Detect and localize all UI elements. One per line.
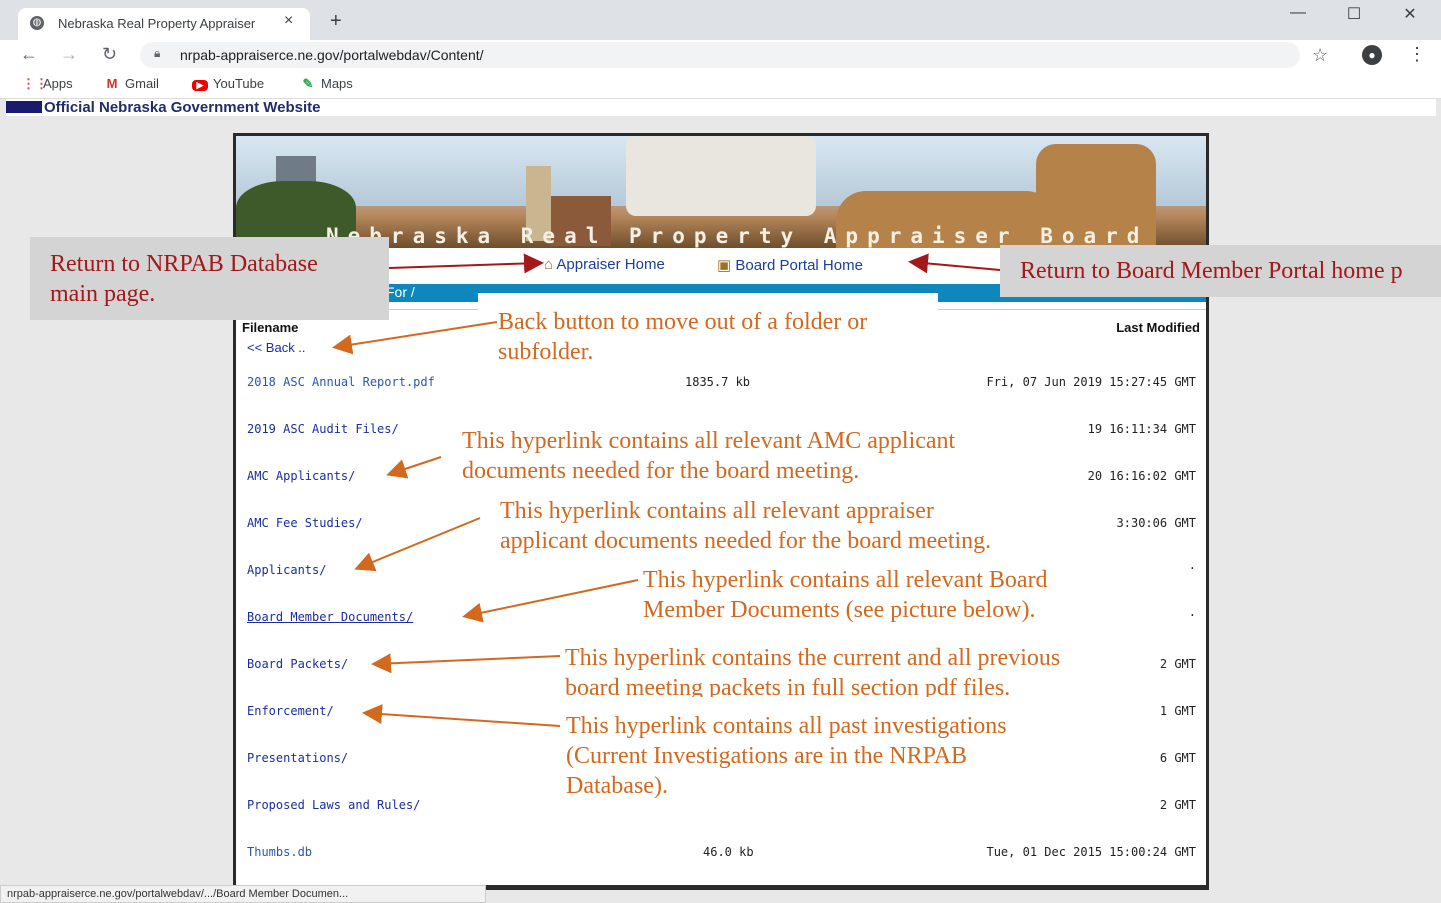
file-modified: 1 GMT <box>1159 704 1196 718</box>
last-modified-header: Last Modified <box>1116 320 1200 335</box>
youtube-icon: ▶ <box>192 80 208 91</box>
callout-amc-applicants: This hyperlink contains all relevant AMC… <box>458 426 1018 488</box>
filename-header: Filename <box>242 320 299 335</box>
close-window-icon[interactable]: ✕ <box>1390 4 1430 24</box>
globe-icon: ◍ <box>30 16 44 30</box>
file-modified: 6 GMT <box>1159 751 1196 765</box>
file-modified: 2 GMT <box>1159 657 1196 671</box>
callout-nrpab-database: Return to NRPAB Database main page. <box>30 237 389 320</box>
file-modified: Tue, 01 Dec 2015 15:00:24 GMT <box>986 845 1196 859</box>
directory-path: For / <box>386 284 415 300</box>
bookmark-label: Maps <box>321 76 353 91</box>
bookmark-apps[interactable]: ⋮⋮Apps <box>22 76 73 92</box>
bookmark-maps[interactable]: ✎ Maps <box>300 76 353 92</box>
minimize-icon[interactable]: — <box>1278 4 1318 22</box>
callout-line: applicant documents needed for the board… <box>500 528 992 554</box>
maximize-icon[interactable]: ☐ <box>1334 4 1374 24</box>
file-size: 1835.7 kb <box>685 375 751 389</box>
callout-back-button: Back button to move out of a folder or s… <box>478 293 938 368</box>
browser-toolbar: ← → ↻ 🔒︎ nrpab-appraiserce.ne.gov/portal… <box>0 40 1441 70</box>
browser-tab[interactable]: ◍ Nebraska Real Property Appraiser × <box>18 8 310 40</box>
folder-link[interactable]: AMC Applicants/ <box>247 469 355 483</box>
file-link[interactable]: Thumbs.db <box>247 845 312 859</box>
new-tab-button[interactable]: + <box>330 10 342 33</box>
board-portal-home-label: Board Portal Home <box>735 257 863 274</box>
appraiser-home-label: Appraiser Home <box>556 256 665 273</box>
back-arrow-icon[interactable]: ← <box>20 44 38 65</box>
folder-link[interactable]: Board Member Documents/ <box>247 610 413 624</box>
portal-icon: ▣ <box>717 257 732 274</box>
profile-avatar-icon[interactable]: ● <box>1362 45 1382 65</box>
gmail-icon: M <box>106 76 118 91</box>
file-modified: 2 GMT <box>1159 798 1196 812</box>
callout-line: This hyperlink contains the current and … <box>565 645 1061 671</box>
file-modified: . <box>1188 605 1196 619</box>
folder-link[interactable]: AMC Fee Studies/ <box>247 516 363 530</box>
tab-close-button[interactable]: × <box>284 12 293 30</box>
apps-grid-icon: ⋮⋮ <box>22 76 48 91</box>
folder-link[interactable]: Presentations/ <box>247 751 348 765</box>
bookmark-label: YouTube <box>213 76 265 91</box>
back-link[interactable]: << Back .. <box>247 340 306 355</box>
tab-strip: ◍ Nebraska Real Property Appraiser × + —… <box>0 0 1441 40</box>
bookmark-gmail[interactable]: M Gmail <box>104 76 159 91</box>
bookmark-label: Apps <box>43 76 73 91</box>
document-image <box>626 136 816 216</box>
file-modified: Fri, 07 Jun 2019 15:27:45 GMT <box>986 375 1196 389</box>
file-size: 46.0 kb <box>703 845 754 859</box>
board-portal-home-link[interactable]: ▣ Board Portal Home <box>717 256 863 274</box>
callout-line: Back button to move out of a folder or <box>498 309 868 335</box>
appraiser-home-link[interactable]: ⌂ Appraiser Home <box>544 256 665 273</box>
file-modified: 20 16:16:02 GMT <box>1087 469 1196 483</box>
callout-line: board meeting packets in full section pd… <box>565 675 1011 697</box>
gov-banner-text[interactable]: Official Nebraska Government Website <box>44 99 320 116</box>
callout-line: Database). <box>566 773 668 799</box>
callout-line: subfolder. <box>498 339 594 365</box>
forward-arrow-icon[interactable]: → <box>60 44 78 65</box>
lock-icon: 🔒︎ <box>154 46 161 60</box>
file-modified: 3:30:06 GMT <box>1116 516 1196 530</box>
maps-icon: ✎ <box>302 76 314 91</box>
callout-line: documents needed for the board meeting. <box>462 458 860 484</box>
callout-line: main page. <box>50 281 156 307</box>
callout-line: This hyperlink contains all past investi… <box>566 713 1007 739</box>
callout-board-packets: This hyperlink contains the current and … <box>561 643 1141 697</box>
callout-line: This hyperlink contains all relevant AMC… <box>462 428 956 454</box>
callout-applicants: This hyperlink contains all relevant app… <box>496 496 1056 558</box>
house-icon: ⌂ <box>544 256 554 273</box>
address-bar[interactable]: 🔒︎ nrpab-appraiserce.ne.gov/portalwebdav… <box>140 42 1300 68</box>
reload-icon[interactable]: ↻ <box>102 44 117 65</box>
callout-line: Member Documents (see picture below). <box>643 597 1036 623</box>
gov-banner: Official Nebraska Government Website <box>6 99 1436 116</box>
status-bar: nrpab-appraiserce.ne.gov/portalwebdav/..… <box>0 885 486 903</box>
callout-enforcement: This hyperlink contains all past investi… <box>562 711 1082 803</box>
callout-line: This hyperlink contains all relevant Boa… <box>643 567 1048 593</box>
tab-title: Nebraska Real Property Appraiser <box>58 16 256 31</box>
bookmark-star-icon[interactable]: ☆ <box>1312 45 1328 66</box>
url-text[interactable]: nrpab-appraiserce.ne.gov/portalwebdav/Co… <box>180 47 484 63</box>
file-modified: 19 16:11:34 GMT <box>1087 422 1196 436</box>
callout-board-portal: Return to Board Member Portal home p <box>1000 245 1441 297</box>
folder-link[interactable]: 2019 ASC Audit Files/ <box>247 422 399 436</box>
callout-line: (Current Investigations are in the NRPAB <box>566 743 968 769</box>
bookmark-youtube[interactable]: ▶ YouTube <box>192 76 264 91</box>
callout-line: This hyperlink contains all relevant app… <box>500 498 934 524</box>
bookmarks-bar: ⋮⋮Apps M Gmail ▶ YouTube ✎ Maps <box>0 70 1441 99</box>
file-modified: . <box>1188 558 1196 572</box>
bookmark-label: Gmail <box>125 76 159 91</box>
header-banner: Nebraska Real Property Appraiser Board <box>236 136 1206 248</box>
file-link[interactable]: 2018 ASC Annual Report.pdf <box>247 375 435 389</box>
nebraska-state-icon <box>6 101 42 113</box>
kebab-menu-icon[interactable]: ⋮ <box>1408 44 1426 65</box>
folder-link[interactable]: Proposed Laws and Rules/ <box>247 798 420 812</box>
folder-link[interactable]: Applicants/ <box>247 563 326 577</box>
callout-board-member-documents: This hyperlink contains all relevant Boa… <box>639 565 1099 627</box>
folder-link[interactable]: Enforcement/ <box>247 704 334 718</box>
folder-link[interactable]: Board Packets/ <box>247 657 348 671</box>
callout-line: Return to NRPAB Database <box>50 251 318 277</box>
